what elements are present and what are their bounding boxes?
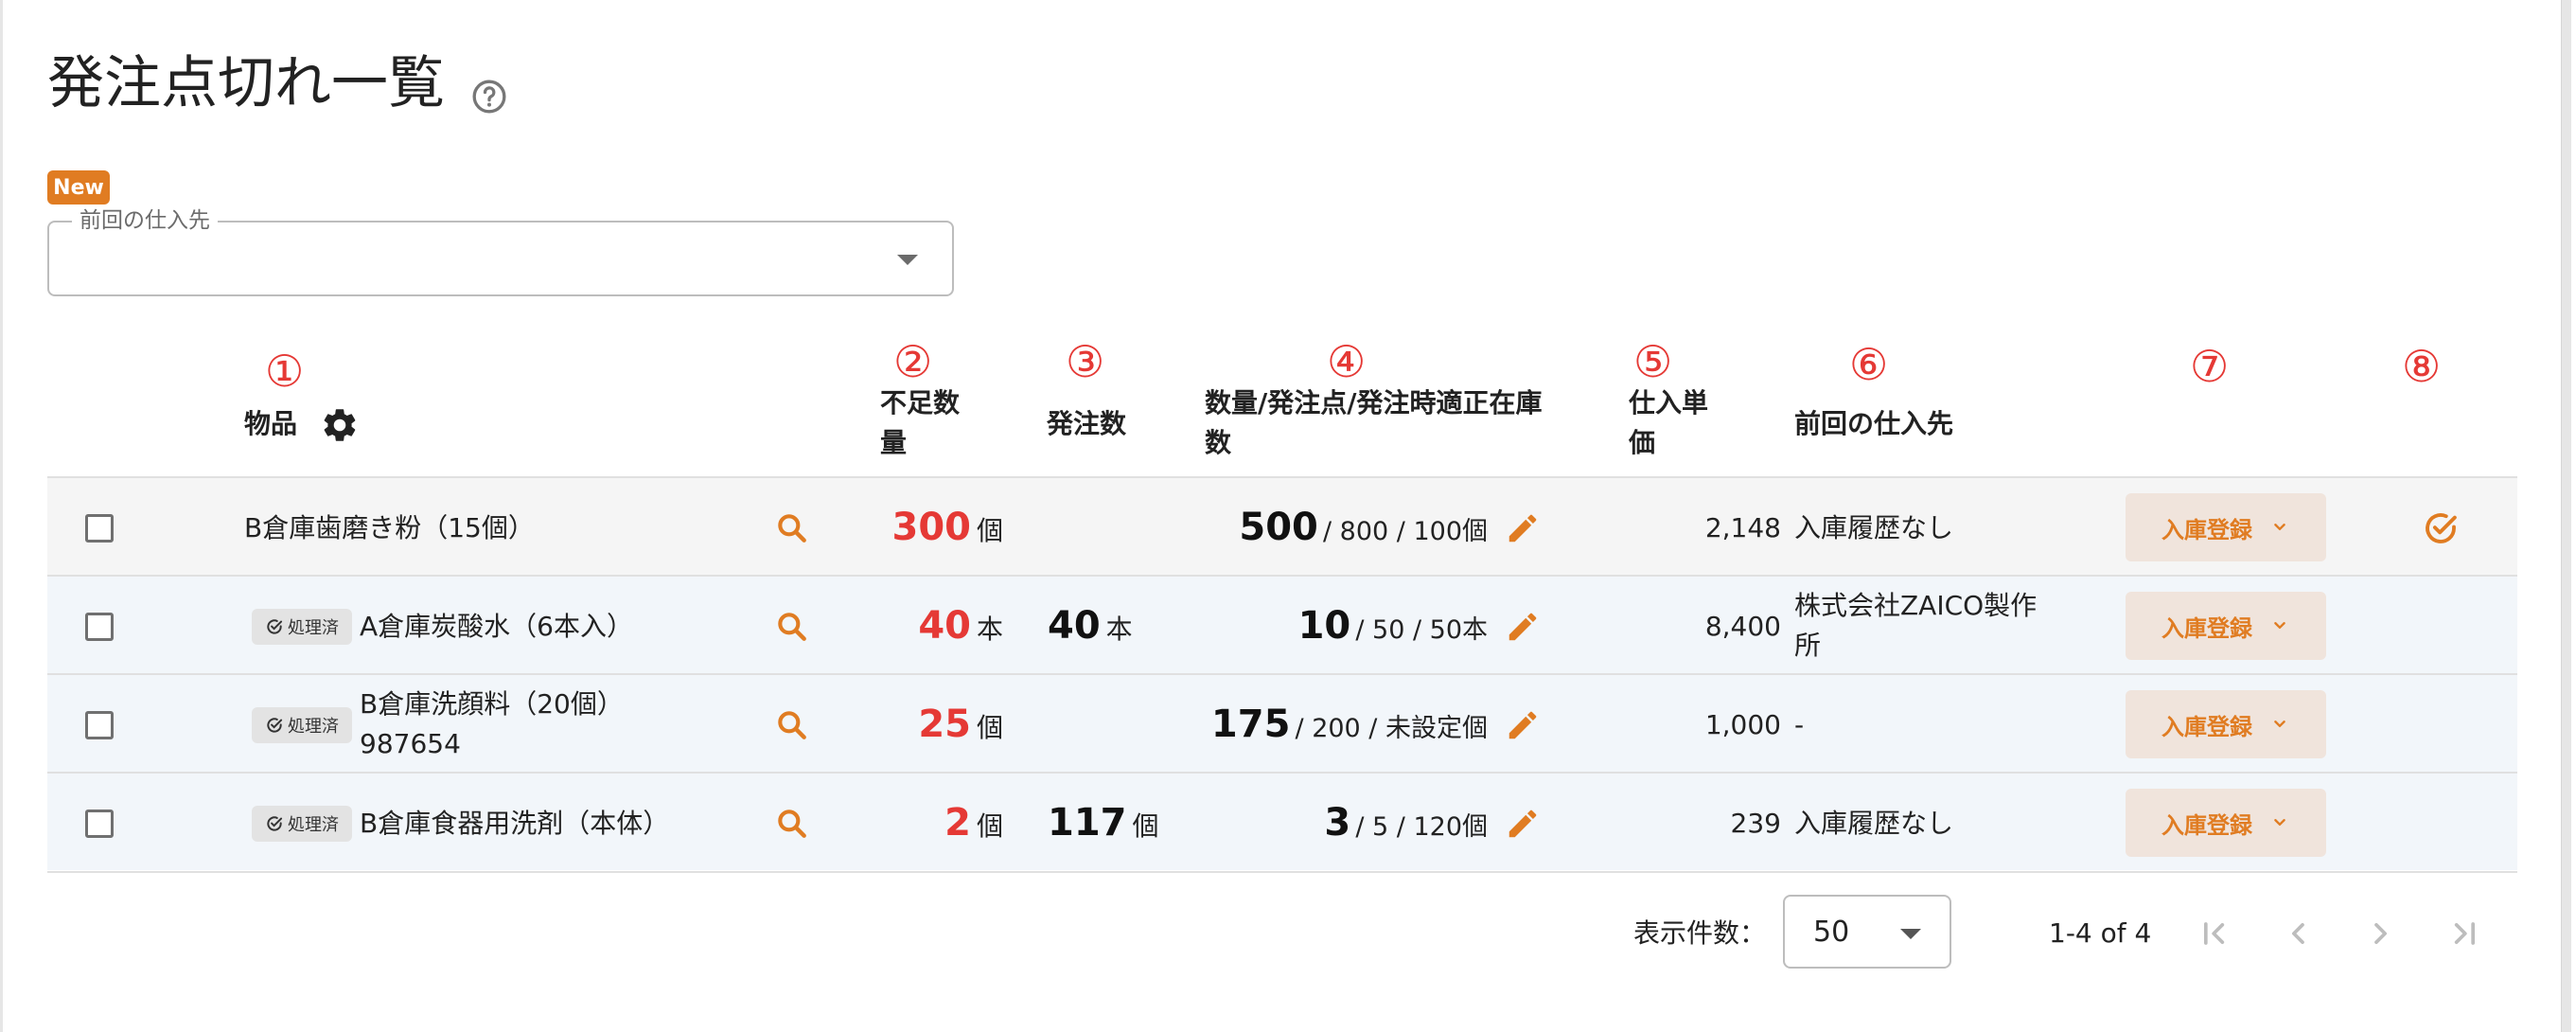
column-marker-1: ① <box>265 346 305 397</box>
unit-price: 1,000 <box>1704 709 1781 740</box>
processed-badge: 処理済 <box>252 806 352 842</box>
table-bottom-divider <box>47 871 2517 873</box>
shortage-value: 2個 <box>944 801 1003 845</box>
table-row[interactable]: 処理済 A倉庫炭酸水（6本入） 40 本 40 本 10 / 50 / 50本 8,… <box>47 575 2517 673</box>
unit-price: 239 <box>1730 808 1781 839</box>
column-header-price[interactable]: 仕入単 価 <box>1629 383 1708 463</box>
table-row[interactable]: B倉庫歯磨き粉（15個） 300 個 500 / 800 / 100個 2,148… <box>47 476 2517 575</box>
pencil-icon[interactable] <box>1505 510 1541 546</box>
chevron-down-icon <box>2274 721 2285 728</box>
left-border <box>0 0 3 1032</box>
last-supplier: 入庫履歴なし <box>1794 808 1954 839</box>
row-checkbox[interactable] <box>85 514 114 543</box>
last-supplier: 株式会社ZAICO製作 所 <box>1794 590 2038 661</box>
column-marker-5: ⑤ <box>1633 336 1673 387</box>
order-quantity: 40 本 <box>1048 604 1133 648</box>
dropdown-caret-icon <box>897 255 918 265</box>
column-header-quantity[interactable]: 数量/発注点/発注時適正在庫 数 <box>1205 383 1542 463</box>
new-badge: New <box>47 170 110 205</box>
check-circle-icon[interactable] <box>2421 508 2461 548</box>
stock-register-button[interactable]: 入庫登録 <box>2126 690 2326 758</box>
dropdown-caret-icon <box>1900 929 1921 939</box>
column-marker-4: ④ <box>1327 336 1367 387</box>
pencil-icon[interactable] <box>1505 609 1541 645</box>
next-page-icon[interactable] <box>2362 915 2400 952</box>
help-icon[interactable] <box>470 78 508 116</box>
supplier-filter-select[interactable]: 前回の仕入先 <box>47 207 954 296</box>
table-row[interactable]: 処理済 B倉庫洗顔料（20個） 987654 25 個 175 / 200 / 未… <box>47 673 2517 772</box>
search-icon[interactable] <box>774 609 810 645</box>
check-circle-icon <box>267 816 283 831</box>
rows-per-page-select[interactable]: 50 <box>1783 895 1951 969</box>
row-checkbox[interactable] <box>85 711 114 739</box>
processed-badge: 処理済 <box>252 609 352 645</box>
first-page-icon[interactable] <box>2196 915 2233 952</box>
processed-badge: 処理済 <box>252 707 352 743</box>
search-icon[interactable] <box>774 510 810 546</box>
item-name[interactable]: A倉庫炭酸水（6本入） <box>360 607 633 647</box>
column-header-item[interactable]: 物品 <box>244 404 297 444</box>
rows-per-page-label: 表示件数： <box>1633 917 1767 949</box>
stock-register-button[interactable]: 入庫登録 <box>2126 493 2326 561</box>
last-page-icon[interactable] <box>2445 915 2483 952</box>
column-marker-7: ⑦ <box>2190 341 2230 392</box>
check-circle-icon <box>267 718 283 733</box>
search-icon[interactable] <box>774 707 810 743</box>
item-name[interactable]: B倉庫食器用洗剤（本体） <box>360 804 669 844</box>
unit-price: 2,148 <box>1704 512 1781 543</box>
check-circle-icon <box>267 619 283 634</box>
quantity-reorder-values: 3 / 5 / 120個 <box>1324 801 1488 845</box>
column-marker-3: ③ <box>1066 336 1105 387</box>
item-name[interactable]: B倉庫洗顔料（20個） 987654 <box>360 685 624 764</box>
row-checkbox[interactable] <box>85 613 114 641</box>
shortage-value: 300 個 <box>891 506 1003 549</box>
supplier-filter-label: 前回の仕入先 <box>72 207 218 234</box>
column-marker-6: ⑥ <box>1849 339 1889 390</box>
quantity-reorder-values: 500 / 800 / 100個 <box>1239 506 1488 549</box>
row-checkbox[interactable] <box>85 810 114 838</box>
rows-per-page-value: 50 <box>1813 916 1850 949</box>
vertical-scrollbar[interactable] <box>2561 0 2571 1032</box>
column-header-order-qty[interactable]: 発注数 <box>1047 404 1126 444</box>
column-header-last-supplier[interactable]: 前回の仕入先 <box>1794 404 1953 444</box>
pencil-icon[interactable] <box>1505 806 1541 842</box>
stock-register-button[interactable]: 入庫登録 <box>2126 592 2326 660</box>
last-supplier: - <box>1794 709 1805 740</box>
last-supplier: 入庫履歴なし <box>1794 512 1954 543</box>
shortage-value: 25 個 <box>918 703 1003 746</box>
shortage-value: 40 本 <box>918 604 1003 648</box>
search-icon[interactable] <box>774 806 810 842</box>
table-row[interactable]: 処理済 B倉庫食器用洗剤（本体） 2個 117 個 3 / 5 / 120個 23… <box>47 772 2517 870</box>
quantity-reorder-values: 10 / 50 / 50本 <box>1297 604 1488 648</box>
order-quantity: 117 個 <box>1048 801 1159 845</box>
prev-page-icon[interactable] <box>2279 915 2317 952</box>
column-header-shortage[interactable]: 不足数 量 <box>880 383 960 463</box>
pagination-range: 1-4 of 4 <box>2049 917 2152 949</box>
item-name[interactable]: B倉庫歯磨き粉（15個） <box>244 508 535 548</box>
quantity-reorder-values: 175 / 200 / 未設定個 <box>1210 703 1488 746</box>
column-marker-2: ② <box>893 336 933 387</box>
stock-register-button[interactable]: 入庫登録 <box>2126 789 2326 857</box>
pencil-icon[interactable] <box>1505 707 1541 743</box>
page-title: 発注点切れ一覧 <box>47 50 445 116</box>
chevron-down-icon <box>2274 819 2285 827</box>
chevron-down-icon <box>2274 524 2285 531</box>
column-marker-8: ⑧ <box>2402 341 2442 392</box>
unit-price: 8,400 <box>1704 611 1781 642</box>
gear-icon[interactable] <box>320 405 360 445</box>
chevron-down-icon <box>2274 622 2285 630</box>
